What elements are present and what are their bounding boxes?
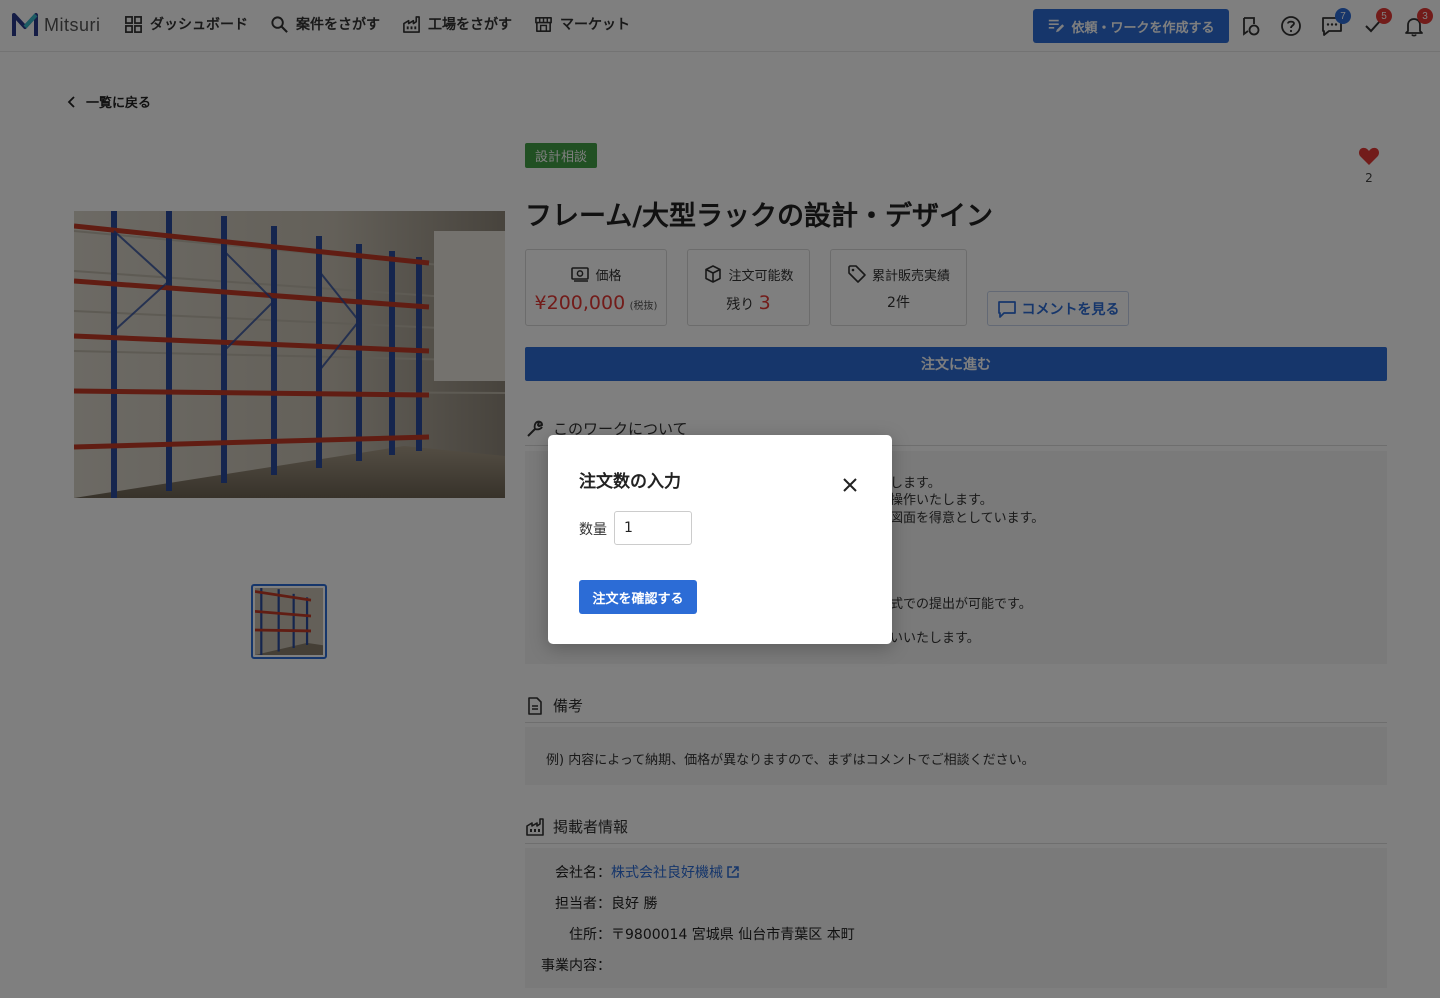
close-icon xyxy=(843,478,857,492)
modal-title: 注文数の入力 xyxy=(579,472,681,492)
quantity-input[interactable] xyxy=(614,511,692,545)
order-quantity-modal: 注文数の入力 数量 注文を確認する xyxy=(548,435,892,644)
modal-close-button[interactable] xyxy=(840,475,860,495)
confirm-order-button[interactable]: 注文を確認する xyxy=(579,580,697,614)
quantity-label: 数量 xyxy=(579,522,607,538)
